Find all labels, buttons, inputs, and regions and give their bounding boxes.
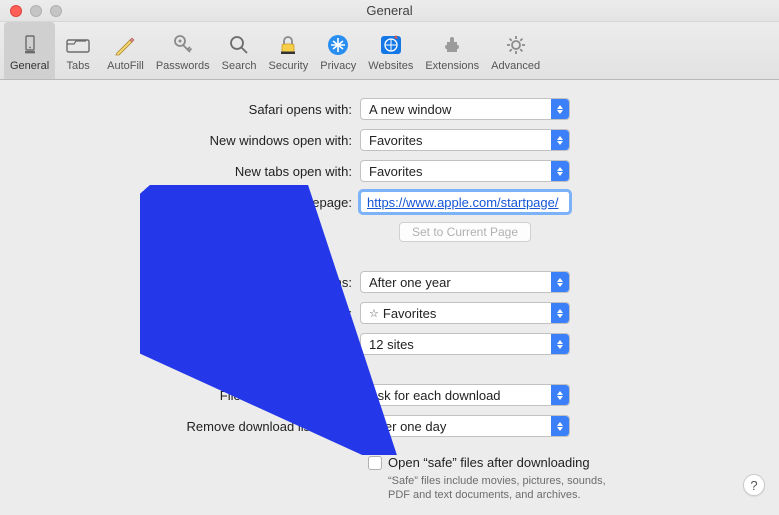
tab-label: Security bbox=[268, 60, 308, 72]
open-safe-files-checkbox[interactable] bbox=[368, 456, 382, 470]
chevron-updown-icon bbox=[551, 385, 569, 405]
privacy-icon bbox=[324, 31, 352, 59]
websites-icon bbox=[377, 31, 405, 59]
chevron-updown-icon bbox=[551, 130, 569, 150]
lock-icon bbox=[274, 31, 302, 59]
top-sites-label: Top Sites shows: bbox=[30, 337, 360, 352]
set-current-page-button[interactable]: Set to Current Page bbox=[399, 222, 531, 242]
tab-label: Privacy bbox=[320, 60, 356, 72]
chevron-updown-icon bbox=[551, 416, 569, 436]
key-icon bbox=[169, 31, 197, 59]
autofill-icon bbox=[111, 31, 139, 59]
remove-downloads-select[interactable]: After one day bbox=[360, 415, 570, 437]
chevron-updown-icon bbox=[551, 334, 569, 354]
chevron-updown-icon bbox=[551, 272, 569, 292]
remove-history-select[interactable]: After one year bbox=[360, 271, 570, 293]
new-tabs-select[interactable]: Favorites bbox=[360, 160, 570, 182]
new-windows-select[interactable]: Favorites bbox=[360, 129, 570, 151]
tab-label: General bbox=[10, 60, 49, 72]
tab-websites[interactable]: Websites bbox=[362, 22, 419, 79]
help-button[interactable]: ? bbox=[743, 474, 765, 496]
chevron-updown-icon bbox=[551, 161, 569, 181]
top-sites-select[interactable]: 12 sites bbox=[360, 333, 570, 355]
tab-security[interactable]: Security bbox=[262, 22, 314, 79]
tab-label: AutoFill bbox=[107, 60, 144, 72]
download-location-label: File download location: bbox=[30, 388, 360, 403]
tab-advanced[interactable]: Advanced bbox=[485, 22, 546, 79]
tab-label: Passwords bbox=[156, 60, 210, 72]
star-icon: ☆ bbox=[369, 307, 379, 320]
titlebar: General bbox=[0, 0, 779, 22]
safari-opens-label: Safari opens with: bbox=[30, 102, 360, 117]
download-location-select[interactable]: Ask for each download bbox=[360, 384, 570, 406]
tabs-icon bbox=[64, 31, 92, 59]
new-tabs-label: New tabs open with: bbox=[30, 164, 360, 179]
general-icon bbox=[16, 31, 44, 59]
tab-label: Extensions bbox=[425, 60, 479, 72]
chevron-updown-icon bbox=[551, 303, 569, 323]
chevron-updown-icon bbox=[551, 99, 569, 119]
preferences-toolbar: General Tabs AutoFill Passwords Search S… bbox=[0, 22, 779, 80]
tab-search[interactable]: Search bbox=[216, 22, 263, 79]
window-title: General bbox=[0, 3, 779, 18]
homepage-field[interactable] bbox=[360, 191, 570, 213]
new-windows-label: New windows open with: bbox=[30, 133, 360, 148]
search-icon bbox=[225, 31, 253, 59]
extensions-icon bbox=[438, 31, 466, 59]
tab-label: Search bbox=[222, 60, 257, 72]
remove-history-label: Remove history items: bbox=[30, 275, 360, 290]
tab-extensions[interactable]: Extensions bbox=[419, 22, 485, 79]
window-controls bbox=[0, 5, 62, 17]
gear-icon bbox=[502, 31, 530, 59]
open-safe-files-label: Open “safe” files after downloading bbox=[388, 455, 590, 470]
remove-downloads-label: Remove download list items: bbox=[30, 419, 360, 434]
tab-tabs[interactable]: Tabs bbox=[55, 22, 101, 79]
favorites-shows-select[interactable]: ☆Favorites bbox=[360, 302, 570, 324]
close-window-button[interactable] bbox=[10, 5, 22, 17]
tab-autofill[interactable]: AutoFill bbox=[101, 22, 150, 79]
tab-label: Advanced bbox=[491, 60, 540, 72]
tab-passwords[interactable]: Passwords bbox=[150, 22, 216, 79]
safari-opens-select[interactable]: A new window bbox=[360, 98, 570, 120]
tab-label: Websites bbox=[368, 60, 413, 72]
tab-general[interactable]: General bbox=[4, 22, 55, 79]
tab-label: Tabs bbox=[67, 60, 90, 72]
minimize-window-button[interactable] bbox=[30, 5, 42, 17]
open-safe-files-help: “Safe” files include movies, pictures, s… bbox=[388, 474, 608, 503]
tab-privacy[interactable]: Privacy bbox=[314, 22, 362, 79]
zoom-window-button[interactable] bbox=[50, 5, 62, 17]
preferences-content: Safari opens with: A new window New wind… bbox=[0, 80, 779, 515]
homepage-label: Homepage: bbox=[30, 195, 360, 210]
favorites-shows-label: Favorites shows: bbox=[30, 306, 360, 321]
